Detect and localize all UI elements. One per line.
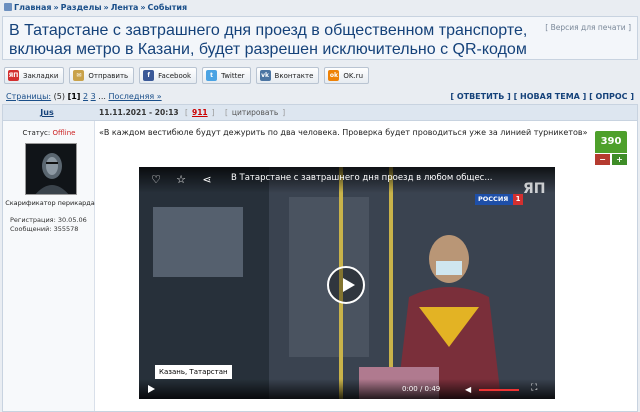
- poll-button[interactable]: [ ОПРОС ]: [589, 92, 634, 101]
- breadcrumb-sections[interactable]: Разделы: [61, 3, 102, 12]
- rate-down-button[interactable]: −: [595, 154, 610, 165]
- message-count: Сообщений: 355578: [10, 225, 79, 233]
- pagination: Страницы: (5) [1] 2 3 ... Последняя »: [6, 92, 162, 101]
- breadcrumb-separator: »: [53, 3, 59, 12]
- breadcrumb-separator: »: [103, 3, 109, 12]
- heart-icon[interactable]: ♡: [149, 173, 163, 187]
- share-label: Facebook: [158, 71, 192, 80]
- share-label: Закладки: [23, 71, 59, 80]
- video-title[interactable]: В Татарстане с завтрашнего дня проезд в …: [231, 173, 492, 183]
- pages-label: Страницы:: [6, 92, 52, 101]
- send-icon: ✉: [73, 70, 85, 81]
- post-meta: 11.11.2021 - 20:13 [911] [цитировать]: [99, 108, 286, 117]
- page-link-3[interactable]: 3: [91, 92, 96, 101]
- forum-post: Jus 11.11.2021 - 20:13 [911] [цитировать…: [2, 104, 638, 412]
- current-page: [1]: [67, 92, 81, 101]
- print-version-link[interactable]: [ Версия для печати ]: [545, 23, 631, 32]
- user-title: Скарификатор перикарда: [5, 199, 95, 207]
- breadcrumb-home[interactable]: Главная: [14, 3, 51, 12]
- post-text: «В каждом вестибюле будут дежурить по дв…: [99, 128, 588, 137]
- fullscreen-icon[interactable]: ⛶: [531, 383, 543, 394]
- post-number-link[interactable]: 911: [192, 108, 208, 117]
- share-button-ok[interactable]: ok OK.ru: [324, 67, 370, 84]
- volume-icon[interactable]: ◀: [465, 385, 475, 394]
- share-button-vk[interactable]: vk Вконтакте: [255, 67, 320, 84]
- share-button-send[interactable]: ✉ Отправить: [69, 67, 135, 84]
- post-rating: 390 − +: [595, 131, 627, 167]
- breadcrumb-events[interactable]: События: [148, 3, 188, 12]
- rate-up-button[interactable]: +: [612, 154, 627, 165]
- play-button[interactable]: [327, 266, 365, 304]
- post-author-link[interactable]: Jus: [3, 105, 91, 121]
- tv-channel-badge: РОССИЯ: [475, 194, 517, 205]
- page-title: В Татарстане с завтрашнего дня проезд в …: [9, 22, 528, 58]
- video-caption: Казань, Татарстан: [155, 365, 232, 379]
- twitter-icon: t: [206, 70, 218, 81]
- avatar-image: [26, 144, 76, 194]
- ok-icon: ok: [328, 70, 340, 81]
- share-bar: ЯП Закладки ✉ Отправить f Facebook t Twitter vk В…: [4, 67, 370, 85]
- share-button-yap[interactable]: ЯП Закладки: [4, 67, 65, 84]
- breadcrumb-feed[interactable]: Лента: [111, 3, 139, 12]
- avatar[interactable]: [25, 143, 77, 195]
- vk-icon: vk: [259, 70, 271, 81]
- share-label: OK.ru: [343, 71, 364, 80]
- breadcrumb: Главная» Разделы» Лента» События: [4, 3, 187, 15]
- video-player[interactable]: ♡ ☆ ⋖ В Татарстане с завтрашнего дня про…: [139, 167, 555, 399]
- rating-value: 390: [595, 131, 627, 153]
- reply-button[interactable]: [ ОТВЕТИТЬ ]: [450, 92, 510, 101]
- tv-channel-number: 1: [513, 194, 523, 205]
- yap-icon: ЯП: [8, 70, 19, 81]
- share-label: Отправить: [88, 71, 129, 80]
- topic-title-bar: В Татарстане с завтрашнего дня проезд в …: [2, 16, 638, 60]
- registration-date: Регистрация: 30.05.06: [10, 216, 87, 224]
- post-datetime: 11.11.2021 - 20:13: [99, 108, 179, 117]
- share-button-twitter[interactable]: t Twitter: [202, 67, 251, 84]
- user-panel: Статус: Offline Скарификатор перикарда Р…: [3, 121, 95, 411]
- play-small-icon[interactable]: [148, 385, 155, 393]
- page-link-2[interactable]: 2: [83, 92, 88, 101]
- breadcrumb-separator: »: [140, 3, 146, 12]
- share-label: Twitter: [221, 71, 245, 80]
- share-button-facebook[interactable]: f Facebook: [139, 67, 198, 84]
- post-header: Jus 11.11.2021 - 20:13 [911] [цитировать…: [3, 105, 637, 121]
- status-label: Статус:: [22, 129, 51, 137]
- pages-ellipsis: ...: [98, 92, 106, 101]
- volume-slider[interactable]: [479, 389, 519, 391]
- channel-watermark: ЯП: [523, 181, 546, 197]
- pages-count: (5): [53, 92, 66, 101]
- last-page-link[interactable]: Последняя »: [108, 92, 161, 101]
- home-icon: [4, 3, 12, 11]
- new-topic-button[interactable]: [ НОВАЯ ТЕМА ]: [514, 92, 587, 101]
- facebook-icon: f: [143, 70, 155, 81]
- topic-actions: [ ОТВЕТИТЬ ] [ НОВАЯ ТЕМА ] [ ОПРОС ]: [450, 92, 634, 101]
- star-icon[interactable]: ☆: [174, 173, 188, 187]
- share-icon[interactable]: ⋖: [200, 173, 214, 187]
- cite-link[interactable]: цитировать: [232, 108, 278, 117]
- video-time: 0:00 / 0:49: [402, 385, 441, 393]
- user-status: Статус: Offline: [7, 129, 91, 137]
- print-version-label[interactable]: [ Версия для печати ]: [545, 23, 631, 32]
- user-stats: Регистрация: 30.05.06 Сообщений: 355578: [10, 216, 87, 234]
- share-label: Вконтакте: [274, 71, 314, 80]
- status-value: Offline: [52, 129, 76, 137]
